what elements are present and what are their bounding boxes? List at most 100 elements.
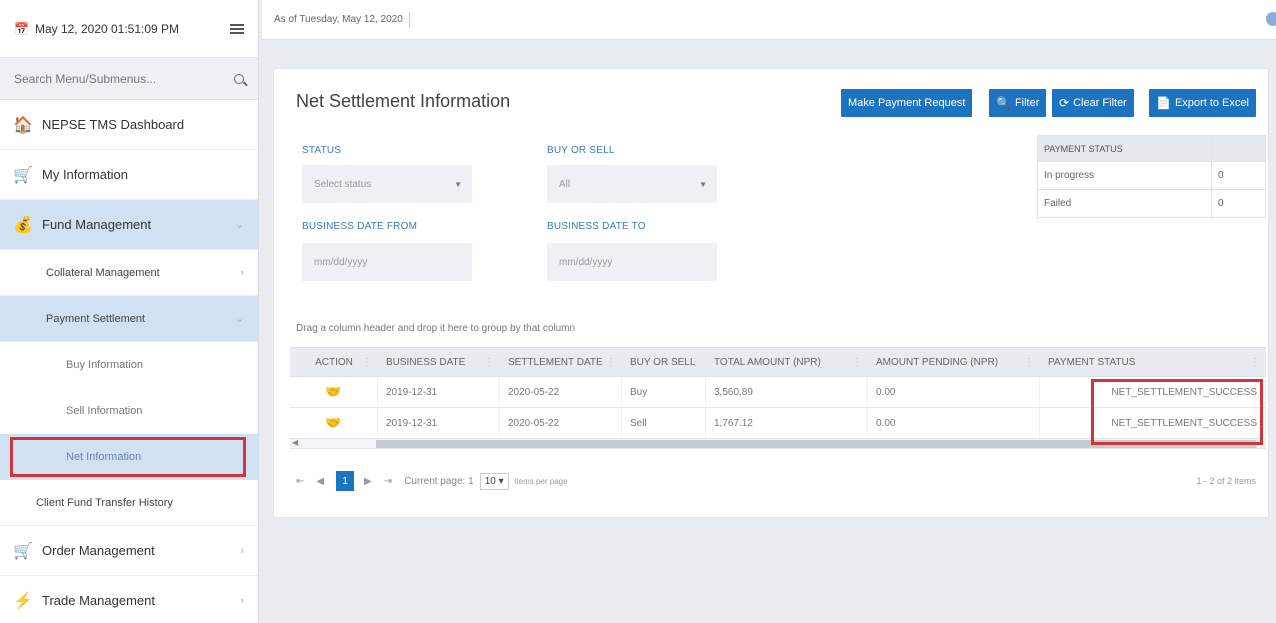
search-icon[interactable] <box>234 73 244 84</box>
business-date-cell: 2019-12-31 <box>378 377 500 407</box>
filter-button[interactable]: 🔍 Filter <box>989 89 1047 117</box>
make-payment-request-button[interactable]: Make Payment Request <box>841 89 973 117</box>
column-header-buy-or-sell[interactable]: BUY OR SELL ⋮ <box>622 348 706 376</box>
total-amount-cell: 3,560.89 <box>706 377 868 407</box>
column-menu-icon[interactable]: ⋮ <box>690 357 700 368</box>
button-label: Filter <box>1014 97 1040 109</box>
chevron-down-icon: ⌄ <box>234 313 244 325</box>
last-page-icon[interactable]: ⇥ <box>384 476 392 487</box>
search-icon: 🔍 <box>996 96 1011 110</box>
sidebar-item-label: Sell Information <box>66 405 143 417</box>
scrollbar-thumb[interactable] <box>376 440 1256 448</box>
next-page-icon[interactable]: ▶ <box>364 476 372 487</box>
settlement-date-cell: 2020-05-22 <box>500 377 622 407</box>
chevron-right-icon: › <box>240 594 244 607</box>
pager: ⇤ ◀ 1 ▶ ⇥ Current page: 1 10 ▾ items per… <box>296 469 1256 493</box>
caret-down-icon: ▼ <box>699 179 707 189</box>
chevron-right-icon: › <box>240 544 244 557</box>
in-progress-count: 0 <box>1211 161 1266 190</box>
grid-header: ACTION ⋮ BUSINESS DATE ⋮ SETTLEMENT DATE ⋮ … <box>290 347 1266 377</box>
current-page-text: Current page: 1 <box>404 475 474 487</box>
sidebar: 📅 May 12, 2020 01:51:09 PM 🏠 NEPSE TMS D… <box>0 0 259 623</box>
sidebar-item-fund-management[interactable]: 💰 Fund Management ⌄ <box>0 200 258 250</box>
pager-range: 1 - 2 of 2 items <box>1196 476 1256 486</box>
caret-down-icon: ▼ <box>454 179 462 189</box>
sidebar-item-label: Payment Settlement <box>46 312 146 325</box>
sidebar-item-label: Client Fund Transfer History <box>36 496 173 509</box>
sidebar-item-order-management[interactable]: 🛒 Order Management › <box>0 526 258 576</box>
in-progress-label: In progress <box>1037 161 1212 190</box>
buy-or-sell-select[interactable]: All ▼ <box>547 165 717 203</box>
excel-file-icon: 📄 <box>1156 96 1171 110</box>
datetime-text: May 12, 2020 01:51:09 PM <box>34 21 180 36</box>
business-date-cell: 2019-12-31 <box>378 408 500 438</box>
column-header-label: BUY OR SELL <box>630 356 696 368</box>
failed-label: Failed <box>1037 189 1212 218</box>
sidebar-item-net-information[interactable]: Net Information <box>0 434 258 480</box>
business-date-to-label: BUSINESS DATE TO <box>547 221 646 232</box>
sidebar-header: 📅 May 12, 2020 01:51:09 PM <box>0 0 258 58</box>
date-placeholder: mm/dd/yyyy <box>314 256 368 268</box>
calendar-icon: 📅 <box>14 21 29 36</box>
column-header-amount-pending[interactable]: AMOUNT PENDING (NPR) ⋮ <box>868 348 1040 376</box>
action-cell: 🤝 <box>290 377 378 407</box>
column-header-label: SETTLEMENT DATE <box>508 356 603 368</box>
sidebar-item-label: NEPSE TMS Dashboard <box>42 117 185 132</box>
menu-search-input[interactable] <box>14 71 234 86</box>
buy-or-sell-cell: Sell <box>622 408 706 438</box>
buy-or-sell-label: BUY OR SELL <box>547 145 615 156</box>
business-date-from-label: BUSINESS DATE FROM <box>302 221 418 232</box>
column-header-business-date[interactable]: BUSINESS DATE ⋮ <box>378 348 500 376</box>
column-menu-icon[interactable]: ⋮ <box>1024 357 1034 368</box>
sidebar-item-dashboard[interactable]: 🏠 NEPSE TMS Dashboard <box>0 100 258 150</box>
sidebar-item-sell-information[interactable]: Sell Information <box>0 388 258 434</box>
sidebar-item-collateral-management[interactable]: Collateral Management › <box>0 250 258 296</box>
total-amount-cell: 1,767.12 <box>706 408 868 438</box>
refresh-icon: ⟳ <box>1059 96 1070 110</box>
sidebar-item-my-information[interactable]: 🛒 My Information <box>0 150 258 200</box>
cart-icon: 🛒 <box>13 166 33 184</box>
sidebar-item-payment-settlement[interactable]: Payment Settlement ⌄ <box>0 296 258 342</box>
clear-filter-button[interactable]: ⟳ Clear Filter <box>1052 89 1134 117</box>
sidebar-item-label: Trade Management <box>42 593 155 608</box>
page-title: Net Settlement Information <box>296 91 511 111</box>
column-header-settlement-date[interactable]: SETTLEMENT DATE ⋮ <box>500 348 622 376</box>
status-label: STATUS <box>302 145 342 156</box>
button-label: Make Payment Request <box>848 97 966 109</box>
sidebar-item-client-fund-transfer-history[interactable]: Client Fund Transfer History <box>0 480 258 526</box>
business-date-from-input[interactable]: mm/dd/yyyy <box>302 243 472 281</box>
column-menu-icon[interactable]: ⋮ <box>606 357 616 368</box>
handshake-icon[interactable]: 🤝 <box>325 384 341 400</box>
home-icon: 🏠 <box>13 116 33 134</box>
sidebar-item-label: Net Information <box>66 451 142 463</box>
page-size-select[interactable]: 10 ▾ <box>479 472 509 490</box>
page-number-button[interactable]: 1 <box>336 471 355 491</box>
business-date-to-input[interactable]: mm/dd/yyyy <box>547 243 717 281</box>
cart-icon: 🛒 <box>13 542 33 560</box>
topbar: As of Tuesday, May 12, 2020 <box>262 0 1276 40</box>
column-header-label: ACTION <box>315 356 353 368</box>
horizontal-scrollbar[interactable]: ◀ <box>290 438 1266 449</box>
column-menu-icon[interactable]: ⋮ <box>484 357 494 368</box>
previous-page-icon[interactable]: ◀ <box>316 476 324 487</box>
hamburger-menu-icon[interactable] <box>230 23 244 34</box>
column-header-label: AMOUNT PENDING (NPR) <box>876 356 999 368</box>
column-header-label: TOTAL AMOUNT (NPR) <box>714 356 821 368</box>
column-header-payment-status[interactable]: PAYMENT STATUS ⋮ <box>1040 348 1266 376</box>
sidebar-item-buy-information[interactable]: Buy Information <box>0 342 258 388</box>
first-page-icon[interactable]: ⇤ <box>296 476 304 487</box>
column-header-total-amount[interactable]: TOTAL AMOUNT (NPR) ⋮ <box>706 348 868 376</box>
column-menu-icon[interactable]: ⋮ <box>1250 357 1260 368</box>
handshake-icon[interactable]: 🤝 <box>325 415 341 431</box>
sidebar-item-label: Buy Information <box>66 359 144 371</box>
user-avatar-icon[interactable] <box>1266 12 1276 26</box>
column-header-action[interactable]: ACTION ⋮ <box>290 348 378 376</box>
sidebar-item-trade-management[interactable]: ⚡ Trade Management › <box>0 576 258 623</box>
trade-icon: ⚡ <box>13 592 33 610</box>
column-menu-icon[interactable]: ⋮ <box>852 357 862 368</box>
status-select[interactable]: Select status ▼ <box>302 165 472 203</box>
payment-status-summary: PAYMENT STATUS In progress 0 Failed 0 <box>1037 135 1266 218</box>
scroll-left-icon[interactable]: ◀ <box>292 438 298 447</box>
column-menu-icon[interactable]: ⋮ <box>362 357 372 368</box>
export-to-excel-button[interactable]: 📄 Export to Excel <box>1149 89 1256 117</box>
